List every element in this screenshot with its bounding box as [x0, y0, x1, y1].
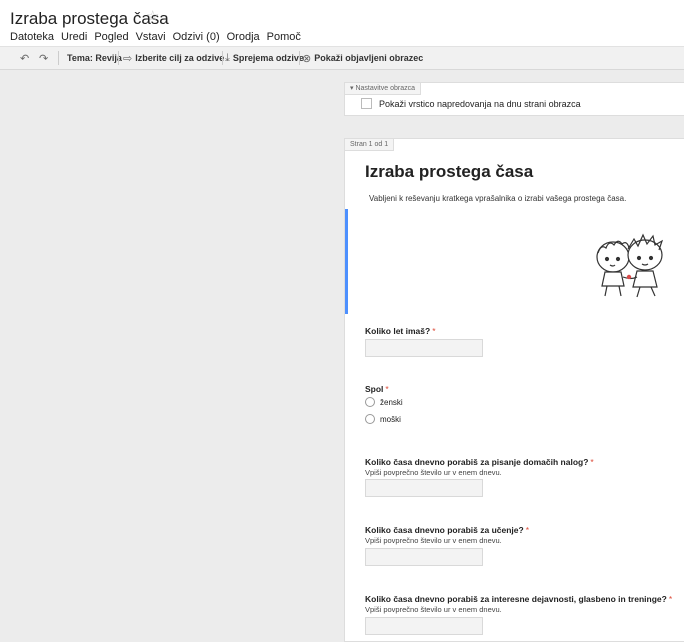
- required-marker: *: [385, 384, 389, 394]
- toolbar-divider: [118, 51, 119, 65]
- question-gender-label: Spol *: [365, 384, 389, 394]
- theme-label: Tema: Revija: [67, 53, 122, 63]
- redo-button[interactable]: ↷: [39, 47, 48, 69]
- question-activities-help: Vpiši povprečno število ur v enem dnevu.: [365, 605, 502, 614]
- redo-icon: ↷: [39, 52, 49, 65]
- question-activities-label: Koliko časa dnevno porabiš za interesne …: [365, 594, 673, 604]
- accepting-responses-icon: ⤓: [225, 51, 230, 64]
- form-settings-tab[interactable]: ▾ Nastavitve obrazca: [345, 83, 421, 95]
- form-page: Stran 1 od 1 Izraba prostega časa Vablje…: [344, 138, 684, 642]
- study-hours-input[interactable]: [365, 548, 483, 566]
- radio-female[interactable]: [365, 397, 375, 407]
- toolbar-divider: [299, 51, 300, 65]
- age-input[interactable]: [365, 339, 483, 357]
- heart-accent: [626, 274, 632, 280]
- menu-edit[interactable]: Uredi: [61, 31, 87, 43]
- page-indicator: Stran 1 od 1: [345, 139, 395, 151]
- radio-male[interactable]: [365, 414, 375, 424]
- theme-button[interactable]: Tema: Revija: [67, 47, 122, 69]
- question-homework-help: Vpiši povprečno število ur v enem dnevu.: [365, 468, 502, 477]
- destination-label: Izberite cilj za odzive: [135, 53, 225, 63]
- title-bar: Izraba prostega časa ☆ Datoteka Uredi Po…: [0, 0, 684, 46]
- required-marker: *: [432, 326, 436, 336]
- view-live-form-label: Pokaži objavljeni obrazec: [314, 53, 424, 63]
- accepting-responses-label: Sprejema odzive: [232, 53, 304, 63]
- menu-help[interactable]: Pomoč: [267, 31, 301, 43]
- undo-button[interactable]: ↶: [20, 47, 29, 69]
- menu-insert[interactable]: Vstavi: [136, 31, 166, 43]
- toolbar-divider: [58, 51, 59, 65]
- progress-bar-label: Pokaži vrstico napredovanja na dnu stran…: [379, 98, 581, 109]
- header-focus-indicator: [345, 209, 348, 314]
- menu-view[interactable]: Pogled: [94, 31, 128, 43]
- accepting-responses-button[interactable]: ⤓ Sprejema odzive: [225, 47, 304, 69]
- form-description[interactable]: Vabljeni k reševanju kratkega vprašalnik…: [369, 194, 626, 203]
- destination-button[interactable]: ⇨ Izberite cilj za odzive: [123, 47, 224, 69]
- menu-responses[interactable]: Odzivi (0): [173, 31, 220, 43]
- menu-tools[interactable]: Orodja: [227, 31, 260, 43]
- question-homework-label: Koliko časa dnevno porabiš za pisanje do…: [365, 457, 594, 467]
- required-marker: *: [668, 594, 673, 604]
- gender-option-male[interactable]: moški: [365, 414, 401, 424]
- option-female-label: ženski: [380, 397, 403, 407]
- header-illustration: [596, 233, 664, 298]
- question-study-help: Vpiši povprečno število ur v enem dnevu.: [365, 536, 502, 545]
- progress-bar-option[interactable]: Pokaži vrstico napredovanja na dnu stran…: [361, 98, 581, 109]
- destination-icon: ⇨: [123, 52, 133, 65]
- star-icon[interactable]: ☆: [146, 7, 159, 25]
- left-workspace: [0, 70, 341, 642]
- required-marker: *: [590, 457, 594, 467]
- question-study-label: Koliko časa dnevno porabiš za učenje? *: [365, 525, 530, 535]
- view-live-form-button[interactable]: ⊗ Pokaži objavljeni obrazec: [302, 47, 423, 69]
- toolbar: ↶ ↷ Tema: Revija ⇨ Izberite cilj za odziv…: [0, 46, 684, 70]
- question-age-label: Koliko let imaš? *: [365, 326, 436, 336]
- menu-file[interactable]: Datoteka: [10, 31, 54, 43]
- required-marker: *: [525, 525, 530, 535]
- form-title[interactable]: Izraba prostega časa: [365, 162, 533, 182]
- gender-option-female[interactable]: ženski: [365, 397, 403, 407]
- toolbar-divider: [222, 51, 223, 65]
- progress-bar-checkbox[interactable]: [361, 98, 372, 109]
- menu-bar: Datoteka Uredi Pogled Vstavi Odzivi (0) …: [10, 31, 301, 43]
- document-title[interactable]: Izraba prostega časa: [10, 9, 169, 29]
- form-settings-panel: ▾ Nastavitve obrazca Pokaži vrstico napr…: [344, 82, 684, 116]
- undo-icon: ↶: [20, 52, 30, 65]
- view-live-form-icon: ⊗: [302, 52, 312, 65]
- activities-hours-input[interactable]: [365, 617, 483, 635]
- homework-hours-input[interactable]: [365, 479, 483, 497]
- option-male-label: moški: [380, 414, 401, 424]
